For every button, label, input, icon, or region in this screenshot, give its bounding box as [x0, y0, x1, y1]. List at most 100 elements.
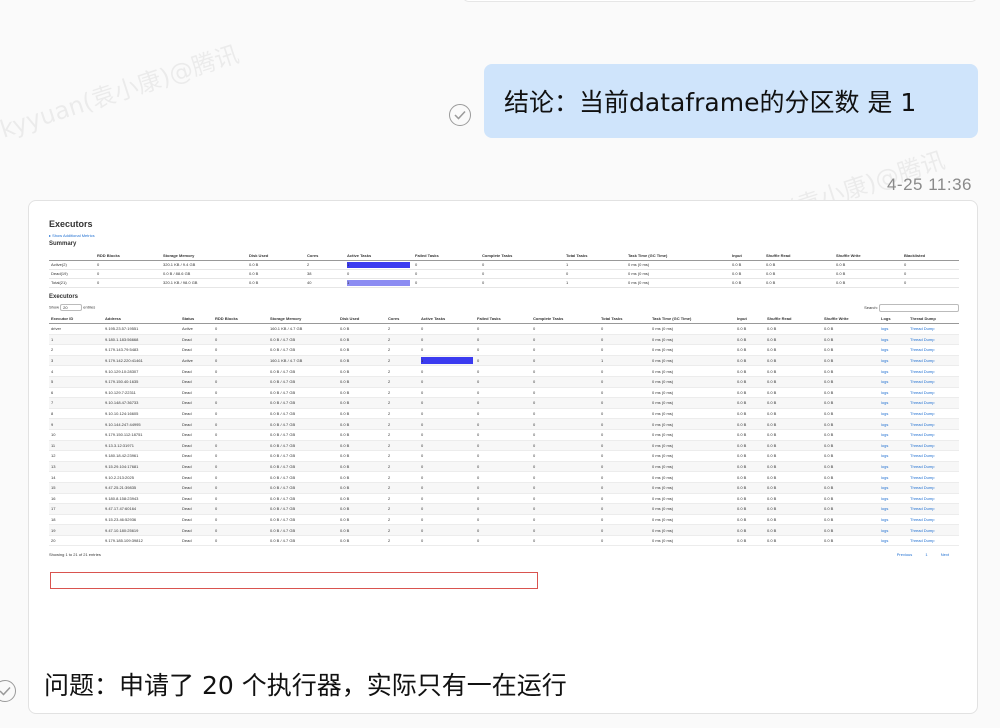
executor-column-header[interactable]: Address: [103, 313, 180, 324]
summary-column-header[interactable]: Disk Used: [247, 251, 305, 261]
summary-column-header[interactable]: Blacklisted: [902, 251, 959, 261]
executor-column-header[interactable]: Total Tasks: [599, 313, 650, 324]
executor-cell: 0.0 B: [735, 355, 765, 367]
executor-logs-link[interactable]: logs: [879, 503, 908, 515]
executor-logs-link[interactable]: logs: [879, 493, 908, 505]
show-metrics-link[interactable]: ▸ Show Additional Metrics: [49, 233, 959, 238]
executor-active-tasks: 0: [419, 387, 475, 399]
executor-column-header[interactable]: Status: [180, 313, 213, 324]
message-bubble-conclusion[interactable]: 结论：当前dataframe的分区数 是 1: [484, 64, 978, 138]
executor-column-header[interactable]: Logs: [879, 313, 908, 324]
executor-cell: 0: [599, 365, 650, 377]
executor-logs-link[interactable]: logs: [879, 535, 908, 547]
summary-cell: 0: [95, 278, 161, 288]
executor-logs-link[interactable]: logs: [879, 365, 908, 377]
thread-dump-link[interactable]: Thread Dump: [908, 524, 959, 536]
thread-dump-link[interactable]: Thread Dump: [908, 418, 959, 430]
summary-column-header[interactable]: Failed Tasks: [413, 251, 480, 261]
executor-cell: 0.0 B: [765, 535, 822, 547]
thread-dump-link[interactable]: Thread Dump: [908, 471, 959, 483]
executor-row: 13 9.15.29.104:17681 Dead 0 0.0 B / 4.7 GB 0.…: [49, 461, 959, 473]
search-input[interactable]: [879, 303, 959, 312]
thread-dump-link[interactable]: Thread Dump: [908, 323, 959, 335]
summary-column-header[interactable]: Active Tasks: [345, 251, 413, 261]
thread-dump-link[interactable]: Thread Dump: [908, 461, 959, 473]
message-card-screenshot[interactable]: Executors ▸ Show Additional Metrics Summ…: [28, 200, 978, 714]
executor-logs-link[interactable]: logs: [879, 461, 908, 473]
summary-column-header[interactable]: Complete Tasks: [480, 251, 564, 261]
summary-column-header[interactable]: Shuffle Write: [834, 251, 902, 261]
executor-cell: 0: [599, 535, 650, 547]
executor-logs-link[interactable]: logs: [879, 429, 908, 441]
executor-logs-link[interactable]: logs: [879, 376, 908, 388]
executor-column-header[interactable]: RDD Blocks: [213, 313, 268, 324]
page-number-link[interactable]: 1: [925, 552, 927, 557]
executor-cell: 0.0 B: [338, 461, 386, 473]
thread-dump-link[interactable]: Thread Dump: [908, 355, 959, 367]
executor-row: 5 9.179.150.40:1635 Dead 0 0.0 B / 4.7 GB 0.0…: [49, 376, 959, 388]
summary-column-header[interactable]: [49, 251, 95, 261]
executor-logs-link[interactable]: logs: [879, 397, 908, 409]
thread-dump-link[interactable]: Thread Dump: [908, 387, 959, 399]
thread-dump-link[interactable]: Thread Dump: [908, 376, 959, 388]
summary-column-header[interactable]: Total Tasks: [564, 251, 626, 261]
executor-logs-link[interactable]: logs: [879, 323, 908, 335]
executor-column-header[interactable]: Input: [735, 313, 765, 324]
summary-column-header[interactable]: Cores: [305, 251, 345, 261]
executor-logs-link[interactable]: logs: [879, 482, 908, 494]
executor-cell: 2: [386, 408, 419, 420]
thread-dump-link[interactable]: Thread Dump: [908, 482, 959, 494]
spark-executors-screenshot[interactable]: Executors ▸ Show Additional Metrics Summ…: [49, 215, 959, 595]
executor-logs-link[interactable]: logs: [879, 524, 908, 536]
executor-column-header[interactable]: Shuffle Read: [765, 313, 822, 324]
executor-logs-link[interactable]: logs: [879, 408, 908, 420]
active-tasks-value: 0: [421, 421, 424, 427]
thread-dump-link[interactable]: Thread Dump: [908, 514, 959, 526]
summary-column-header[interactable]: Shuffle Read: [764, 251, 834, 261]
executor-column-header[interactable]: Failed Tasks: [475, 313, 531, 324]
summary-column-header[interactable]: RDD Blocks: [95, 251, 161, 261]
active-tasks-value: 1: [347, 280, 350, 285]
thread-dump-link[interactable]: Thread Dump: [908, 334, 959, 346]
thread-dump-link[interactable]: Thread Dump: [908, 365, 959, 377]
summary-cell: 0: [564, 269, 626, 279]
active-tasks-value: 0: [421, 368, 424, 374]
executor-column-header[interactable]: Storage Memory: [268, 313, 338, 324]
thread-dump-link[interactable]: Thread Dump: [908, 344, 959, 356]
thread-dump-link[interactable]: Thread Dump: [908, 450, 959, 462]
thread-dump-link[interactable]: Thread Dump: [908, 397, 959, 409]
executor-column-header[interactable]: Executor ID: [49, 313, 103, 324]
thread-dump-link[interactable]: Thread Dump: [908, 408, 959, 420]
executor-logs-link[interactable]: logs: [879, 355, 908, 367]
executor-column-header[interactable]: Thread Dump: [908, 313, 959, 324]
executor-cell: 0.0 B: [735, 418, 765, 430]
executor-logs-link[interactable]: logs: [879, 334, 908, 346]
summary-column-header[interactable]: Input: [730, 251, 764, 261]
executor-logs-link[interactable]: logs: [879, 440, 908, 452]
next-page-link[interactable]: Next: [941, 552, 949, 557]
thread-dump-link[interactable]: Thread Dump: [908, 535, 959, 547]
executor-logs-link[interactable]: logs: [879, 418, 908, 430]
summary-column-header[interactable]: Task Time (GC Time): [626, 251, 730, 261]
thread-dump-link[interactable]: Thread Dump: [908, 440, 959, 452]
executor-column-header[interactable]: Active Tasks: [419, 313, 475, 324]
executor-cell: 0: [531, 524, 599, 536]
executor-column-header[interactable]: Disk Used: [338, 313, 386, 324]
executor-logs-link[interactable]: logs: [879, 387, 908, 399]
executor-logs-link[interactable]: logs: [879, 514, 908, 526]
executor-logs-link[interactable]: logs: [879, 450, 908, 462]
thread-dump-link[interactable]: Thread Dump: [908, 493, 959, 505]
executor-cell: 2: [386, 397, 419, 409]
previous-page-link[interactable]: Previous: [897, 552, 913, 557]
thread-dump-link[interactable]: Thread Dump: [908, 429, 959, 441]
executor-column-header[interactable]: Complete Tasks: [531, 313, 599, 324]
entries-select[interactable]: 20: [60, 304, 83, 311]
executor-logs-link[interactable]: logs: [879, 471, 908, 483]
summary-column-header[interactable]: Storage Memory: [161, 251, 247, 261]
executor-column-header[interactable]: Shuffle Write: [822, 313, 879, 324]
executor-logs-link[interactable]: logs: [879, 344, 908, 356]
thread-dump-link[interactable]: Thread Dump: [908, 503, 959, 515]
executor-column-header[interactable]: Cores: [386, 313, 419, 324]
summary-row: Active(2) 0 320.1 KB / 9.4 GB 0.0 B210010 m…: [49, 260, 959, 270]
executor-column-header[interactable]: Task Time (GC Time): [650, 313, 735, 324]
